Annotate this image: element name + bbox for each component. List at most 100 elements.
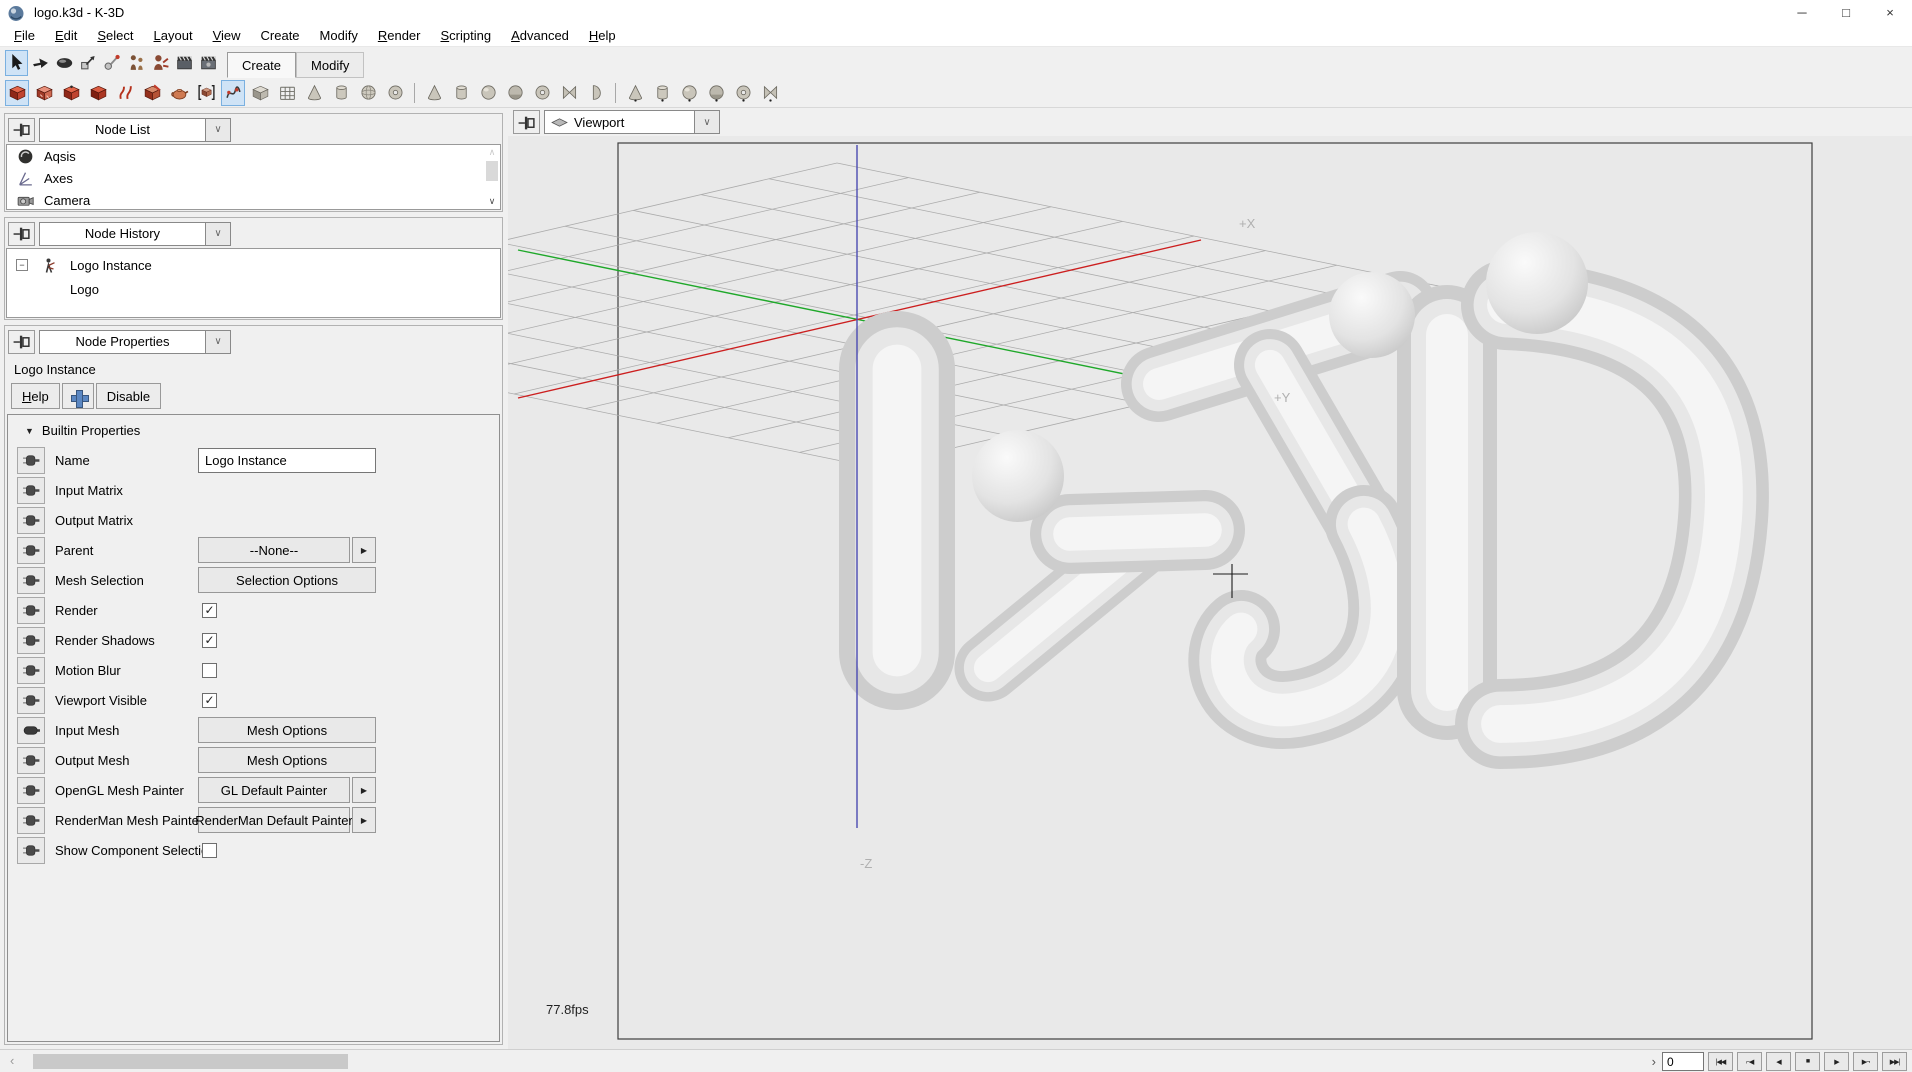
unparent-tool-icon[interactable] bbox=[149, 50, 172, 76]
create-cone-icon[interactable] bbox=[302, 80, 326, 106]
menu-modify[interactable]: Modify bbox=[310, 26, 368, 45]
tree-row-logo-instance[interactable]: − Logo Instance bbox=[7, 253, 500, 277]
create-quadric-cylinder-icon[interactable] bbox=[449, 80, 473, 106]
plug-icon[interactable] bbox=[17, 537, 45, 564]
render-preview-icon[interactable] bbox=[173, 50, 196, 76]
chevron-down-icon[interactable]: ∨ bbox=[205, 331, 230, 353]
timeline-expand-icon[interactable]: › bbox=[1652, 1054, 1656, 1069]
collapse-expander[interactable]: − bbox=[16, 259, 28, 271]
tree-label[interactable]: Logo bbox=[70, 282, 99, 297]
menu-create[interactable]: Create bbox=[251, 26, 310, 45]
step-forward-button[interactable]: ▶¬ bbox=[1853, 1052, 1878, 1071]
checkbox[interactable]: ✓ bbox=[202, 603, 217, 618]
play-reverse-button[interactable]: ◀ bbox=[1766, 1052, 1791, 1071]
create-quadric-sphere-icon[interactable] bbox=[476, 80, 500, 106]
menu-arrow-icon[interactable]: ▶ bbox=[352, 777, 376, 803]
property-menu-button[interactable]: GL Default Painter bbox=[198, 777, 350, 803]
create-bicubic-cylinder-icon[interactable] bbox=[650, 80, 674, 106]
plug-icon[interactable] bbox=[17, 657, 45, 684]
checkbox[interactable] bbox=[202, 843, 217, 858]
menu-edit[interactable]: Edit bbox=[45, 26, 87, 45]
create-grid-icon[interactable] bbox=[275, 80, 299, 106]
tab-create[interactable]: Create bbox=[227, 52, 296, 78]
move-tool-icon[interactable] bbox=[29, 50, 52, 76]
menu-view[interactable]: View bbox=[203, 26, 251, 45]
checkbox[interactable]: ✓ bbox=[202, 633, 217, 648]
select-tool-icon[interactable] bbox=[5, 50, 28, 76]
create-quadric-paraboloid-icon[interactable] bbox=[584, 80, 608, 106]
vertical-scrollbar[interactable]: ∧∨ bbox=[484, 145, 500, 209]
help-button[interactable]: Help bbox=[11, 383, 60, 409]
play-button[interactable]: ▶ bbox=[1824, 1052, 1849, 1071]
render-frame-icon[interactable] bbox=[197, 50, 220, 76]
node-list-dropdown[interactable]: Node List ∨ bbox=[39, 118, 231, 142]
hscroll-left-icon[interactable]: ‹ bbox=[10, 1053, 14, 1068]
tree-row-logo[interactable]: Logo bbox=[7, 277, 500, 301]
chevron-down-icon[interactable]: ∨ bbox=[205, 119, 230, 141]
plug-icon[interactable] bbox=[17, 747, 45, 774]
viewport-dropdown[interactable]: Viewport ∨ bbox=[544, 110, 720, 134]
snap-tool-icon[interactable] bbox=[101, 50, 124, 76]
checkbox[interactable] bbox=[202, 663, 217, 678]
menu-render[interactable]: Render bbox=[368, 26, 431, 45]
checkbox[interactable]: ✓ bbox=[202, 693, 217, 708]
scroll-up-icon[interactable]: ∧ bbox=[489, 147, 496, 158]
disable-button[interactable]: Disable bbox=[96, 383, 161, 409]
create-quadric-cone-icon[interactable] bbox=[422, 80, 446, 106]
create-polycube-marked-icon[interactable] bbox=[59, 80, 83, 106]
menu-layout[interactable]: Layout bbox=[144, 26, 203, 45]
create-bicubic-sphere-icon[interactable] bbox=[677, 80, 701, 106]
property-button[interactable]: Selection Options bbox=[198, 567, 376, 593]
section-builtin-properties[interactable]: ▼ Builtin Properties bbox=[8, 420, 499, 445]
parent-tool-icon[interactable] bbox=[125, 50, 148, 76]
create-bicubic-sphere2-icon[interactable] bbox=[704, 80, 728, 106]
property-menu-button[interactable]: --None-- bbox=[198, 537, 350, 563]
plug-icon[interactable] bbox=[17, 567, 45, 594]
create-polycube-solid-icon[interactable] bbox=[86, 80, 110, 106]
menu-select[interactable]: Select bbox=[87, 26, 143, 45]
create-quadric-hyperboloid-icon[interactable] bbox=[557, 80, 581, 106]
plug-icon[interactable] bbox=[17, 627, 45, 654]
step-back-button[interactable]: ⌐◀ bbox=[1737, 1052, 1762, 1071]
create-teapot-icon[interactable] bbox=[167, 80, 191, 106]
close-button[interactable]: × bbox=[1868, 0, 1912, 25]
pin-icon[interactable] bbox=[8, 118, 35, 142]
create-torus-icon[interactable] bbox=[383, 80, 407, 106]
list-item-axes[interactable]: Axes bbox=[7, 167, 500, 189]
pin-icon[interactable] bbox=[8, 330, 35, 354]
create-quadric-shaded-sphere-icon[interactable] bbox=[503, 80, 527, 106]
create-cylinder-icon[interactable] bbox=[329, 80, 353, 106]
go-start-button[interactable]: |◀◀ bbox=[1708, 1052, 1733, 1071]
plug-icon[interactable] bbox=[17, 837, 45, 864]
create-bicubic-torus-icon[interactable] bbox=[731, 80, 755, 106]
create-polycube-faces-icon[interactable] bbox=[32, 80, 56, 106]
menu-arrow-icon[interactable]: ▶ bbox=[352, 807, 376, 833]
plug-icon[interactable] bbox=[17, 507, 45, 534]
plug-icon[interactable] bbox=[17, 687, 45, 714]
plug-icon[interactable] bbox=[17, 597, 45, 624]
list-item-camera[interactable]: Camera bbox=[7, 189, 500, 210]
property-input-name[interactable] bbox=[198, 448, 376, 473]
scroll-down-icon[interactable]: ∨ bbox=[489, 196, 496, 207]
hscroll-thumb[interactable] bbox=[33, 1054, 348, 1069]
menu-scripting[interactable]: Scripting bbox=[430, 26, 501, 45]
plug-icon[interactable] bbox=[17, 477, 45, 504]
chevron-down-icon[interactable]: ∨ bbox=[694, 111, 719, 133]
plug-icon[interactable] bbox=[17, 807, 45, 834]
frame-input[interactable] bbox=[1662, 1052, 1704, 1071]
property-menu-button[interactable]: RenderMan Default Painter bbox=[198, 807, 350, 833]
create-bicubic-cone-icon[interactable] bbox=[623, 80, 647, 106]
create-polycube-icon[interactable] bbox=[5, 80, 29, 106]
property-button[interactable]: Mesh Options bbox=[198, 747, 376, 773]
minimize-button[interactable]: ─ bbox=[1780, 0, 1824, 25]
pin-icon[interactable] bbox=[8, 222, 35, 246]
chevron-down-icon[interactable]: ∨ bbox=[205, 223, 230, 245]
maximize-button[interactable]: □ bbox=[1824, 0, 1868, 25]
create-bounded-mesh-icon[interactable] bbox=[194, 80, 218, 106]
add-property-button[interactable] bbox=[62, 383, 94, 409]
scale-tool-icon[interactable] bbox=[77, 50, 100, 76]
list-item-aqsis[interactable]: Aqsis bbox=[7, 145, 500, 167]
rotate-tool-icon[interactable] bbox=[53, 50, 76, 76]
go-end-button[interactable]: ▶▶| bbox=[1882, 1052, 1907, 1071]
menu-help[interactable]: Help bbox=[579, 26, 626, 45]
